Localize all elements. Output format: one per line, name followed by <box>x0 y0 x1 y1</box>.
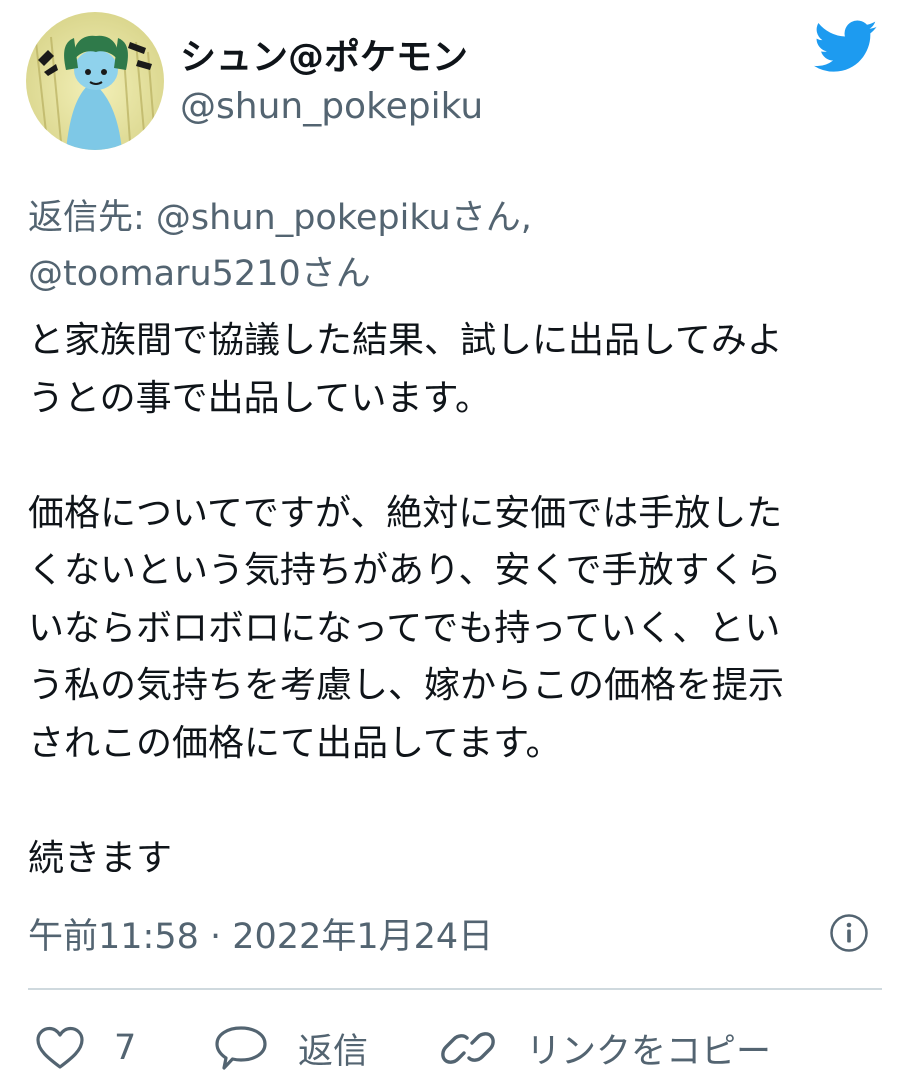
link-icon <box>441 1032 495 1064</box>
tweet-body-line: 続きます <box>28 837 173 879</box>
mention-link[interactable]: @toomaru5210さん <box>28 254 371 294</box>
tweet-body-line: くないという気持ちがあり、安くで手放すくら <box>28 550 782 591</box>
tweet-body: と家族間で協議した結果、試しに出品してみよ うとの事で出品しています。 価格につ… <box>28 312 868 887</box>
avatar-image <box>26 12 164 150</box>
tweet-body-line: うとの事で出品しています。 <box>28 377 491 419</box>
tweet-timestamp[interactable]: 午前11:58 · 2022年1月24日 <box>28 908 493 959</box>
tweet-body-line: と家族間で協議した結果、試しに出品してみよ <box>28 320 783 361</box>
tweet-body-line <box>28 772 868 830</box>
avatar[interactable] <box>26 12 164 150</box>
tweet-body-line: いならボロボロになってでも持っていく、とい <box>28 607 781 649</box>
tweet-body-line <box>28 427 868 485</box>
mention-link[interactable]: @shun_pokepikuさん, <box>156 198 532 238</box>
tweet-body-line: されこの価格にて出品してます。 <box>28 722 562 764</box>
heart-icon <box>36 1026 84 1069</box>
reply-label: 返信 <box>298 1031 369 1072</box>
reply-to: 返信先: @shun_pokepikuさん, @toomaru5210さん <box>28 190 868 302</box>
info-icon[interactable] <box>829 913 869 953</box>
twitter-bird-icon[interactable] <box>814 20 878 74</box>
reply-button[interactable]: 返信 <box>214 1020 368 1076</box>
copy-link-button[interactable]: リンクをコピー <box>440 1020 771 1076</box>
copy-link-label: リンクをコピー <box>526 1031 772 1072</box>
author-display-name[interactable]: シュン@ポケモン <box>180 28 468 80</box>
author-handle[interactable]: @shun_pokepiku <box>180 86 483 127</box>
divider <box>28 988 882 990</box>
tweet-body-line: 価格についてですが、絶対に安価では手放した <box>28 492 783 534</box>
like-count: 7 <box>114 1028 137 1068</box>
reply-to-prefix: 返信先: <box>28 198 156 238</box>
like-button[interactable]: 7 <box>34 1020 136 1076</box>
tweet-body-line: う私の気持ちを考慮し、嫁からこの価格を提示 <box>28 665 785 706</box>
speech-bubble-icon <box>215 1026 267 1070</box>
